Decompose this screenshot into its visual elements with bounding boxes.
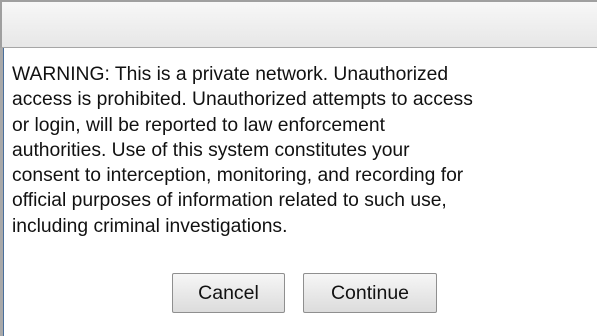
- warning-message: WARNING: This is a private network. Unau…: [12, 64, 473, 237]
- dialog-titlebar[interactable]: [0, 0, 597, 48]
- warning-dialog: WARNING: This is a private network. Unau…: [0, 0, 597, 336]
- continue-button[interactable]: Continue: [303, 273, 437, 313]
- cancel-button[interactable]: Cancel: [172, 273, 285, 313]
- dialog-content: WARNING: This is a private network. Unau…: [3, 48, 597, 336]
- dialog-button-row: Cancel Continue: [4, 273, 597, 313]
